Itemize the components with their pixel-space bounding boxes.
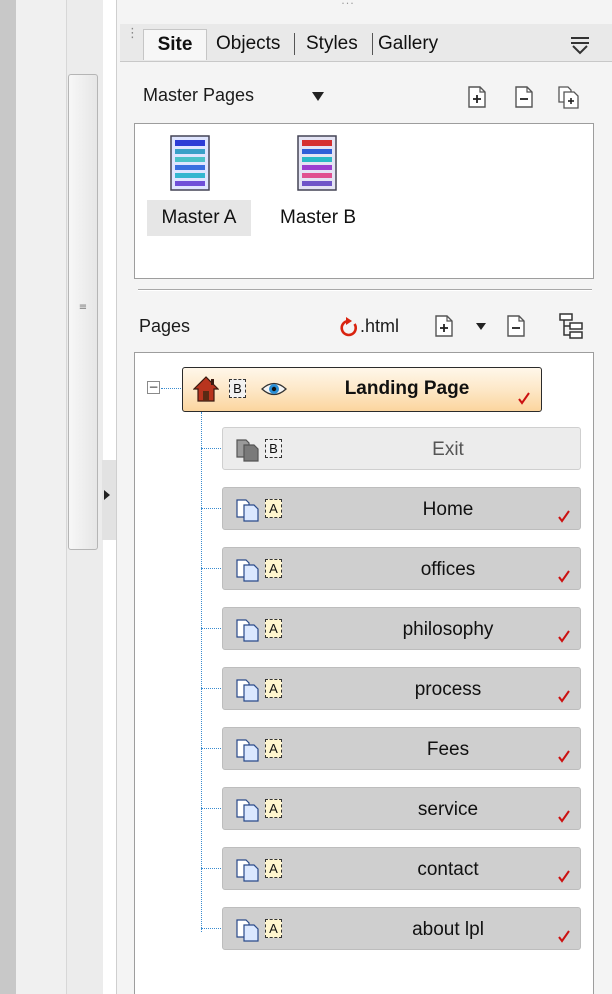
page-copy-icon: [236, 559, 259, 582]
master-badge: A: [265, 619, 282, 638]
add-page-dropdown-icon[interactable]: [476, 323, 486, 330]
checkmark-icon: [558, 690, 570, 703]
page-copy-icon: [236, 919, 259, 942]
page-copy-icon: [236, 619, 259, 642]
master-badge: A: [265, 559, 282, 578]
master-page-icon[interactable]: [169, 134, 211, 192]
tab-site[interactable]: Site: [143, 29, 207, 60]
master-b-label[interactable]: Master B: [280, 200, 356, 236]
tree-item-label: Fees: [426, 739, 470, 760]
tree-item-label: Landing Page: [344, 378, 470, 399]
master-pages-dropdown-icon[interactable]: [312, 92, 324, 101]
tree-connector: [201, 868, 223, 869]
tree-item-page[interactable]: A Home: [222, 487, 581, 530]
page-copy-icon: [236, 499, 259, 522]
page-gray-icon: [236, 439, 259, 462]
master-badge: A: [265, 679, 282, 698]
checkmark-icon: [518, 392, 530, 405]
tree-item-page[interactable]: Aabout lpl: [222, 907, 581, 950]
tree-item-page[interactable]: A Fees: [222, 727, 581, 770]
section-divider[interactable]: [138, 289, 592, 291]
checkmark-icon: [558, 930, 570, 943]
tree-item-label: service: [417, 799, 479, 820]
tree-item-label: Exit: [432, 439, 464, 460]
eye-icon[interactable]: [260, 378, 288, 400]
checkmark-icon: [558, 510, 570, 523]
tree-collapse-icon[interactable]: −: [147, 381, 160, 394]
master-pages-label: Master Pages: [143, 85, 255, 105]
tree-item-label: offices: [420, 559, 476, 580]
add-page-icon[interactable]: [433, 314, 455, 338]
grip-icon: ≡: [78, 302, 88, 313]
tree-item-label: philosophy: [402, 619, 494, 640]
tree-item-page[interactable]: Aoffices: [222, 547, 581, 590]
tree-connector: [201, 568, 223, 569]
tab-separator: [294, 33, 295, 55]
tree-item-label: contact: [417, 859, 479, 880]
tree-item-page[interactable]: Aphilosophy: [222, 607, 581, 650]
tree-item-page[interactable]: B Exit: [222, 427, 581, 470]
tree-connector: [201, 688, 223, 689]
checkmark-icon: [558, 570, 570, 583]
tree-item-page[interactable]: Acontact: [222, 847, 581, 890]
tab-drag-handle[interactable]: ⋮: [126, 27, 139, 56]
tree-connector: [201, 412, 202, 932]
duplicate-master-icon[interactable]: [557, 85, 579, 109]
tree-connector: [201, 628, 223, 629]
tree-connector: [201, 808, 223, 809]
tab-styles[interactable]: Styles: [306, 29, 358, 59]
checkmark-icon: [558, 750, 570, 763]
tab-gallery[interactable]: Gallery: [378, 29, 438, 59]
master-badge: A: [265, 919, 282, 938]
checkmark-icon: [558, 870, 570, 883]
master-badge: B: [265, 439, 282, 458]
sitemap-view-icon[interactable]: [558, 312, 584, 340]
master-a-label[interactable]: Master A: [147, 200, 251, 236]
delete-page-icon[interactable]: [505, 314, 527, 338]
tree-connector: [201, 448, 223, 449]
page-copy-icon: [236, 679, 259, 702]
master-badge: A: [265, 499, 282, 518]
panel-menu-icon[interactable]: [568, 32, 592, 56]
refresh-icon[interactable]: [339, 316, 359, 338]
panel-collapse-button[interactable]: [102, 460, 116, 540]
master-page-icon[interactable]: [296, 134, 338, 192]
home-icon: [193, 376, 219, 402]
tab-objects[interactable]: Objects: [216, 29, 280, 59]
new-master-icon[interactable]: [466, 85, 488, 109]
page-copy-icon: [236, 739, 259, 762]
tree-item-page[interactable]: Aservice: [222, 787, 581, 830]
master-badge: A: [265, 799, 282, 818]
tree-item-label: process: [414, 679, 482, 700]
tree-item-page[interactable]: Aprocess: [222, 667, 581, 710]
tree-connector: [201, 748, 223, 749]
page-copy-icon: [236, 799, 259, 822]
checkmark-icon: [558, 630, 570, 643]
pages-label: Pages: [139, 316, 191, 336]
panel-drag-handle[interactable]: ···: [333, 0, 363, 12]
delete-master-icon[interactable]: [513, 85, 535, 109]
master-badge: A: [265, 859, 282, 878]
tree-connector: [161, 388, 183, 389]
html-extension-label[interactable]: .html: [360, 316, 399, 337]
left-gutter: [0, 0, 16, 994]
tab-separator: [372, 33, 373, 55]
tree-connector: [201, 508, 223, 509]
tree-connector: [201, 928, 223, 929]
master-badge: B: [229, 379, 246, 398]
expand-arrow-icon: [104, 490, 110, 500]
master-badge: A: [265, 739, 282, 758]
checkmark-icon: [558, 810, 570, 823]
page-copy-icon: [236, 859, 259, 882]
tree-item-label: about lpl: [412, 919, 484, 940]
tree-item-label: Home: [422, 499, 474, 520]
